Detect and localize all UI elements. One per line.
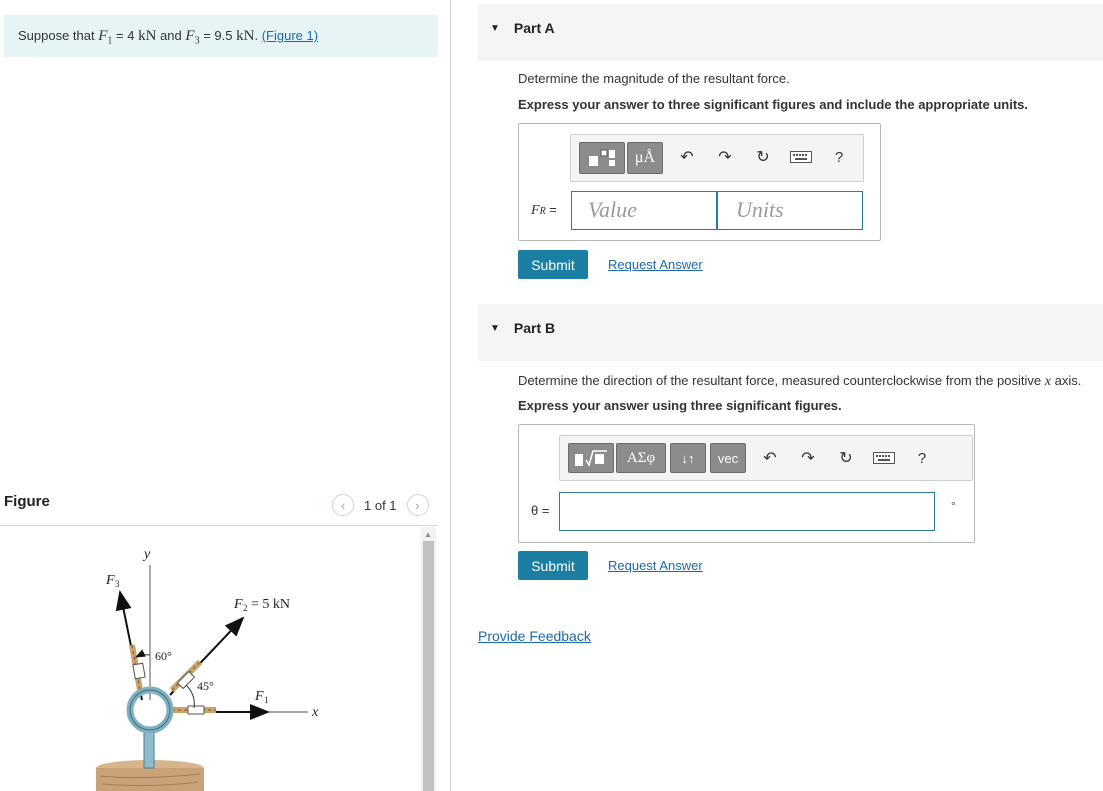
x-axis-label: x [311,705,319,720]
figure-divider [0,525,438,526]
part-a-title: Part A [513,20,555,36]
arrows-button[interactable]: ↓↑ [670,443,706,473]
base-block [96,768,204,791]
part-a-submit-button[interactable]: Submit [518,250,588,279]
part-a-toolbar: μÅ ↶ ↷ ↻ ? [570,134,864,182]
part-b-request-answer-link[interactable]: Request Answer [608,558,703,573]
f2-label: F [233,597,243,612]
f3-symbol: F [185,28,195,44]
part-b-submit-button[interactable]: Submit [518,551,588,580]
f2-label-sub: 2 [243,603,248,613]
undo-icon[interactable]: ↶ [760,448,780,468]
f1-sub: 1 [107,35,113,47]
f3-value: = 9.5 [203,28,233,43]
reset-icon[interactable]: ↻ [836,448,856,468]
help-button[interactable]: ? [912,448,932,468]
theta-input[interactable] [559,492,935,531]
pager-text: 1 of 1 [364,497,397,513]
f3-label-sub: 3 [115,579,120,589]
part-b-instruction: Express your answer using three signific… [518,398,842,413]
fr-label: FR = [531,202,557,218]
angle-60-label: 60° [155,649,172,663]
help-button[interactable]: ? [829,147,849,167]
figure-pager: ‹ 1 of 1 › [332,493,429,517]
period: . [254,28,259,43]
provide-feedback-link[interactable]: Provide Feedback [478,628,591,644]
part-a-answer-box: μÅ ↶ ↷ ↻ ? FR = Value Units [518,123,881,241]
greek-button[interactable]: ΑΣφ [616,443,666,473]
chevron-left-icon[interactable]: ‹ [332,494,354,516]
caret-down-icon[interactable]: ▼ [490,323,500,334]
angle-45-label: 45° [197,679,214,693]
part-a-header[interactable]: ▼ Part A [478,4,1103,61]
problem-prefix: Suppose that [18,28,95,43]
value-input[interactable]: Value [571,191,717,230]
part-a-instruction: Express your answer to three significant… [518,97,1028,112]
f3-sub: 3 [194,35,200,47]
f3-label: F [105,573,115,588]
caret-down-icon[interactable]: ▼ [490,23,500,34]
f1-value: = 4 [116,28,135,43]
units-input[interactable]: Units [717,191,863,230]
figure-scrollbar[interactable]: ▲ [421,527,436,791]
figure-link[interactable]: (Figure 1) [262,28,318,43]
undo-icon[interactable]: ↶ [677,147,697,167]
redo-icon[interactable]: ↷ [715,147,735,167]
part-b-toolbar: ΑΣφ ↓↑ vec ↶ ↷ ↻ ? [559,435,973,481]
figure-header: Figure [4,493,50,510]
scroll-up-icon[interactable]: ▲ [424,530,432,539]
units-button[interactable]: μÅ [627,142,663,174]
force-diagram: y x F 3 F 2 = 5 kN F 1 60° 45° [96,547,319,791]
scrollbar-thumb[interactable] [423,541,434,791]
templates-icon[interactable] [568,443,614,473]
part-b-question: Determine the direction of the resultant… [518,373,1082,389]
part-b-title: Part B [513,320,556,336]
keyboard-icon[interactable] [872,450,896,466]
redo-icon[interactable]: ↷ [798,448,818,468]
part-b-header[interactable]: ▼ Part B [478,304,1103,361]
f1-label-sub: 1 [264,695,269,705]
reset-icon[interactable]: ↻ [753,147,773,167]
panel-divider [450,0,451,791]
vec-button[interactable]: vec [710,443,746,473]
part-a-request-answer-link[interactable]: Request Answer [608,257,703,272]
problem-statement: Suppose that F1 = 4 kN and F3 = 9.5 kN. … [4,15,438,57]
f1-unit: kN [138,28,157,44]
templates-icon[interactable] [579,142,625,174]
degree-unit: ° [951,499,956,513]
f1-label: F [254,689,264,704]
theta-label: θ = [531,503,550,518]
problem-text: Suppose that F1 = 4 kN and F3 = 9.5 kN. … [18,28,318,47]
f2-value-label: = 5 kN [251,597,290,612]
bolt-stem [143,729,155,769]
y-axis-label: y [142,547,151,562]
chevron-right-icon[interactable]: › [406,494,429,516]
part-a-question: Determine the magnitude of the resultant… [518,71,790,86]
part-b-answer-box: ΑΣφ ↓↑ vec ↶ ↷ ↻ ? θ = ° [518,424,975,543]
keyboard-icon[interactable] [789,149,813,165]
and-text: and [160,28,182,43]
f3-unit: kN [236,28,255,44]
